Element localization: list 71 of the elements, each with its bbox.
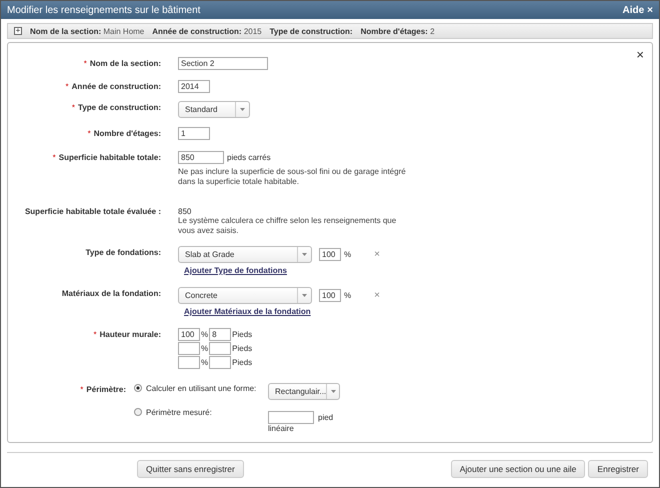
caret-icon	[302, 253, 307, 256]
required-marker: *	[72, 103, 76, 114]
unit-label: Pieds	[232, 344, 252, 353]
summary-item: Nombre d'étages: 2	[360, 26, 435, 36]
input-field[interactable]	[268, 411, 314, 424]
input-field[interactable]: 1	[178, 127, 210, 140]
field-label: Superficie habitable totale évaluée :	[24, 207, 161, 218]
percent-sign: %	[201, 358, 208, 367]
height-field[interactable]	[209, 342, 232, 355]
add-link[interactable]: Ajouter Matériaux de la fondation	[184, 307, 380, 316]
summary-item: Année de construction: 2015	[152, 26, 262, 36]
required-marker: *	[80, 385, 84, 396]
required-marker: *	[84, 59, 87, 70]
height-field[interactable]	[209, 356, 232, 369]
input-field[interactable]: 850	[178, 151, 224, 164]
dropdown[interactable]: Rectangulair...	[268, 383, 340, 400]
percent-field[interactable]	[178, 356, 200, 369]
percent-field[interactable]: 100	[319, 248, 341, 261]
remove-button[interactable]: ×	[374, 290, 380, 301]
percent-sign: %	[344, 291, 352, 300]
add-link[interactable]: Ajouter Type de fondations	[184, 266, 380, 275]
percent-sign: %	[201, 330, 208, 339]
radio-button[interactable]	[134, 408, 142, 416]
field-label: Année de construction:	[72, 82, 161, 93]
unit-label: Pieds	[232, 358, 252, 367]
required-marker: *	[88, 129, 91, 140]
help-note: Ne pas inclure la superficie de sous-sol fini ou de garage intégré dans la superficie totale habitable.	[178, 167, 407, 187]
caret-icon	[240, 108, 245, 111]
dropdown[interactable]: Slab at Grade	[178, 246, 312, 263]
help-note: Le système calculera ce chiffre selon les renseignements que vous avez saisis.	[178, 216, 398, 236]
radio-button[interactable]	[134, 384, 142, 392]
caret-icon	[330, 390, 336, 393]
action-button[interactable]: Enregistrer	[588, 460, 648, 478]
height-field[interactable]: 8	[209, 328, 232, 341]
required-marker: *	[66, 82, 69, 93]
field-label: Superficie habitable totale:	[58, 153, 161, 164]
unit-label: Pieds	[232, 330, 252, 339]
unit-label: pieds carrés	[227, 153, 271, 162]
field-label: Périmètre:	[86, 385, 126, 396]
caret-icon	[302, 294, 307, 297]
input-field[interactable]: Section 2	[178, 57, 268, 70]
required-marker: *	[94, 330, 97, 341]
close-button[interactable]: ×	[636, 47, 644, 62]
field-label: Nom de la section:	[90, 59, 161, 70]
percent-field[interactable]: 100	[319, 289, 341, 302]
field-label: Nombre d'étages:	[94, 129, 161, 140]
percent-field[interactable]: 100	[178, 328, 200, 341]
percent-sign: %	[201, 344, 208, 353]
help-button[interactable]: Aide ×	[622, 4, 653, 16]
radio-label: Périmètre mesuré:	[146, 407, 213, 417]
field-label: Matériaux de la fondation:	[62, 289, 161, 300]
field-label: Type de construction:	[78, 103, 161, 114]
required-marker: *	[52, 153, 56, 164]
computed-value: 850	[178, 206, 192, 216]
percent-field[interactable]	[178, 342, 200, 355]
summary-item: Type de construction:	[270, 26, 353, 36]
expand-button[interactable]: +	[14, 27, 22, 35]
summary-item: Nom de la section: Main Home	[30, 26, 144, 36]
quit-button[interactable]: Quitter sans enregistrer	[137, 460, 244, 478]
unit-label: linéaire	[268, 424, 294, 433]
dropdown[interactable]: Standard	[178, 101, 250, 118]
radio-label: Calculer en utilisant une forme:	[146, 383, 258, 393]
field-label: Hauteur murale:	[100, 330, 161, 341]
field-label: Type de fondations:	[86, 248, 161, 259]
remove-button[interactable]: ×	[374, 249, 380, 260]
dropdown[interactable]: Concrete	[178, 287, 312, 304]
action-button[interactable]: Ajouter une section ou une aile	[450, 460, 586, 478]
percent-sign: %	[344, 250, 352, 259]
unit-label: pied	[318, 413, 334, 422]
window-title: Modifier les renseignements sur le bâtiment	[7, 4, 200, 16]
input-field[interactable]: 2014	[178, 80, 210, 93]
